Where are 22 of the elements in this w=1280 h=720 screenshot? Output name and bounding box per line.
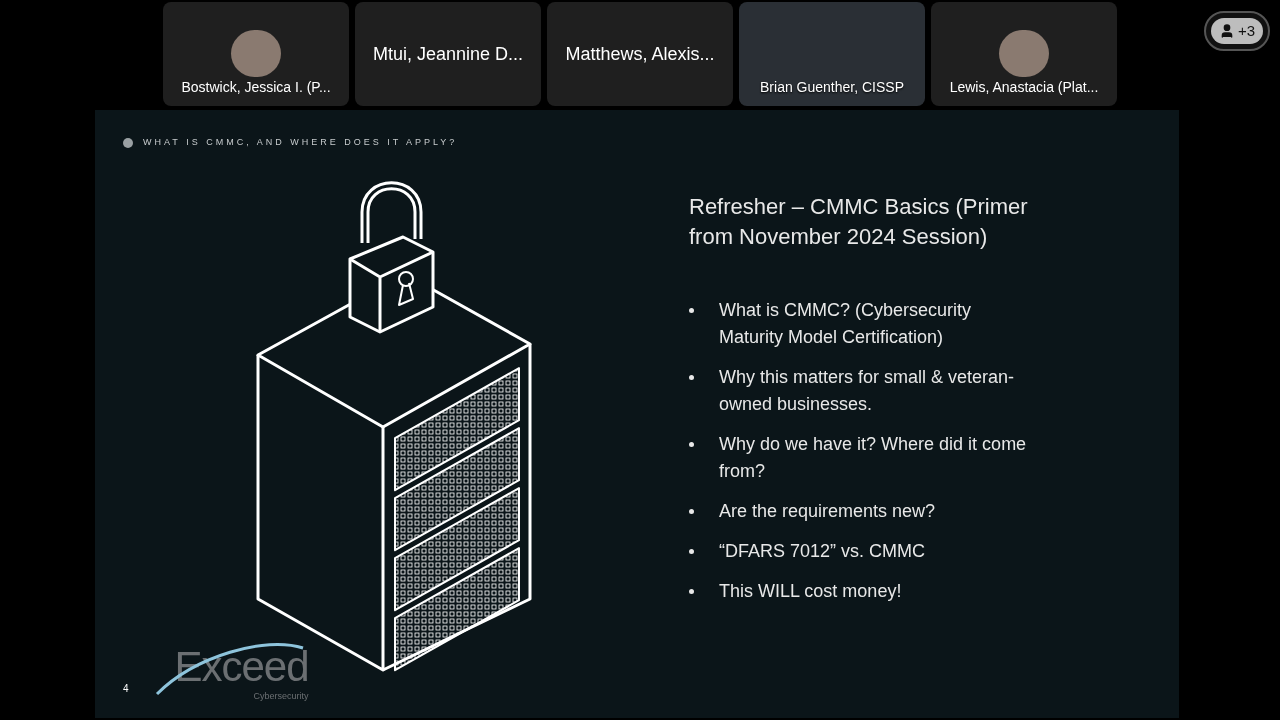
bullet-text: Are the requirements new? bbox=[719, 499, 937, 523]
participant-tile[interactable]: Mtui, Jeannine D... bbox=[355, 2, 541, 106]
bullet-text: This WILL cost money! bbox=[719, 579, 903, 603]
participant-name: Matthews, Alexis... bbox=[565, 42, 715, 66]
participant-tile[interactable]: Bostwick, Jessica I. (P... bbox=[163, 2, 349, 106]
avatar-placeholder bbox=[231, 30, 281, 77]
participant-tile[interactable]: Matthews, Alexis... bbox=[547, 2, 733, 106]
bullet-text: Why do we have it? Where did it come from? bbox=[719, 432, 1028, 483]
bullet-text: Why this matters for small & veteran-owned businesses. bbox=[719, 365, 1016, 416]
avatar-placeholder bbox=[999, 30, 1049, 77]
video-tile[interactable]: Brian Guenther, CISSP bbox=[739, 2, 925, 106]
participant-name: Lewis, Anastacia (Plat... bbox=[949, 78, 1099, 97]
participant-tile[interactable]: Lewis, Anastacia (Plat... bbox=[931, 2, 1117, 106]
bullet-text: “DFARS 7012” vs. CMMC bbox=[719, 539, 927, 563]
participant-name: Brian Guenther, CISSP bbox=[760, 78, 904, 97]
slide-title: Refresher – CMMC Basics (Primer from November 2024 Session) bbox=[689, 192, 1029, 251]
more-participants-button[interactable]: +3 bbox=[1203, 11, 1270, 51]
section-heading: WHAT IS CMMC, AND WHERE DOES IT APPLY? bbox=[143, 136, 458, 149]
participant-name: Mtui, Jeannine D... bbox=[372, 42, 524, 66]
page-number: 4 bbox=[123, 682, 129, 696]
participant-name: Bostwick, Jessica I. (P... bbox=[181, 78, 331, 97]
bullet-text: What is CMMC? (Cybersecurity Maturity Model Certification) bbox=[719, 298, 973, 349]
